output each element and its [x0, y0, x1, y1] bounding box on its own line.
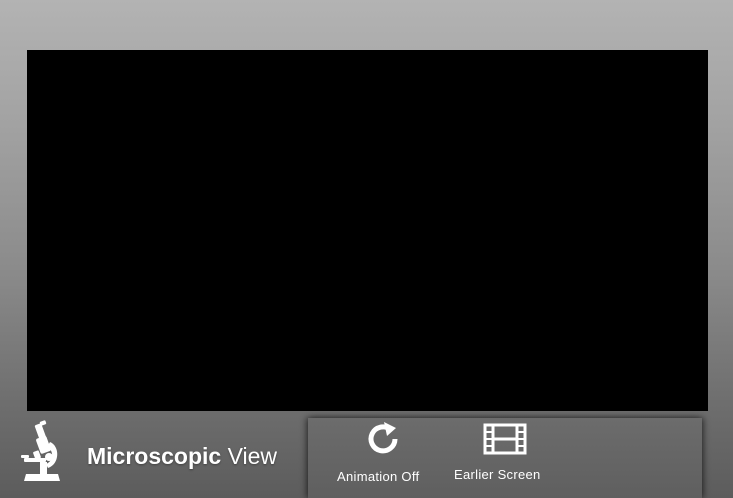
microscope-viewport: [27, 50, 708, 411]
refresh-icon: [368, 422, 398, 454]
page-title: Microscopic View: [87, 443, 277, 470]
film-strip-icon: [483, 423, 527, 455]
title-light: View: [227, 443, 278, 469]
animation-label: Animation Off: [337, 469, 420, 484]
control-toolbar: Animation Off Earlier Screen: [308, 418, 702, 498]
brand-header: Microscopic View: [20, 420, 290, 482]
title-strong: Microscopic: [87, 443, 222, 469]
earlier-screen-label: Earlier Screen: [454, 467, 541, 482]
earlier-screen-button[interactable]: Earlier Screen: [448, 418, 558, 498]
microscope-icon: [21, 420, 60, 481]
animation-toggle-button[interactable]: Animation Off: [328, 418, 438, 498]
